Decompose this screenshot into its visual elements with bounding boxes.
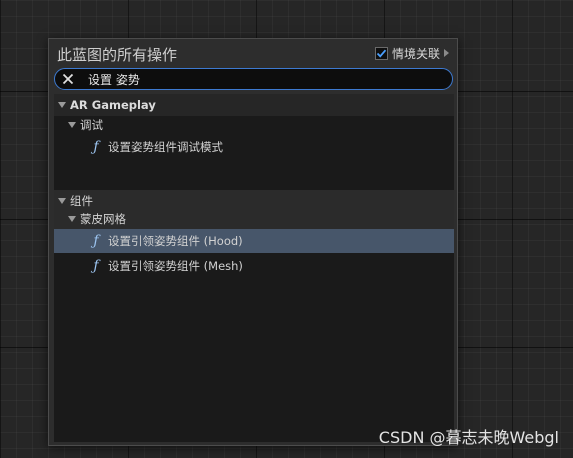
context-sensitive-toggle[interactable]: 情境关联 (374, 45, 449, 61)
watermark: CSDN @暮志未晚Webgl (378, 428, 559, 447)
action-item[interactable]: ƒ 设置引领姿势组件 (Mesh) (54, 255, 454, 277)
subcategory-debug[interactable]: 调试 (54, 114, 454, 136)
checkmark-icon (376, 49, 387, 58)
search-box[interactable] (54, 68, 453, 90)
function-icon: ƒ (93, 233, 99, 249)
panel-title: 此蓝图的所有操作 (57, 46, 178, 64)
subcategory-skinned-mesh[interactable]: 蒙皮网格 (54, 208, 454, 230)
action-item-label: 设置引领姿势组件 (Mesh) (108, 259, 243, 273)
expand-arrow-icon[interactable] (68, 216, 76, 222)
action-tree: AR Gameplay 调试 ƒ 设置姿势组件调试模式 组件 蒙皮网格 ƒ 设置… (54, 94, 454, 442)
action-item-selected[interactable]: ƒ 设置引领姿势组件 (Hood) (54, 229, 454, 253)
action-item-label: 设置姿势组件调试模式 (108, 140, 223, 154)
category-ar-gameplay[interactable]: AR Gameplay (54, 94, 454, 116)
context-sensitive-label: 情境关联 (391, 46, 440, 61)
function-icon: ƒ (93, 139, 99, 155)
subcategory-label: 蒙皮网格 (80, 212, 126, 226)
chevron-right-icon[interactable] (444, 49, 449, 57)
clear-search-button[interactable] (60, 71, 76, 87)
subcategory-label: 调试 (80, 118, 103, 132)
expand-arrow-icon[interactable] (68, 122, 76, 128)
close-icon (62, 73, 74, 85)
search-input[interactable] (88, 70, 452, 88)
panel-header: 此蓝图的所有操作 情境关联 (49, 39, 457, 67)
expand-arrow-icon[interactable] (58, 102, 66, 108)
category-label: 组件 (70, 194, 93, 208)
expand-arrow-icon[interactable] (58, 198, 66, 204)
action-item[interactable]: ƒ 设置姿势组件调试模式 (54, 136, 454, 158)
category-label: AR Gameplay (70, 98, 156, 112)
action-menu-panel: 此蓝图的所有操作 情境关联 AR Gameplay (48, 38, 458, 446)
action-item-label: 设置引领姿势组件 (Hood) (108, 234, 243, 248)
context-sensitive-checkbox[interactable] (374, 46, 388, 60)
function-icon: ƒ (93, 258, 99, 274)
